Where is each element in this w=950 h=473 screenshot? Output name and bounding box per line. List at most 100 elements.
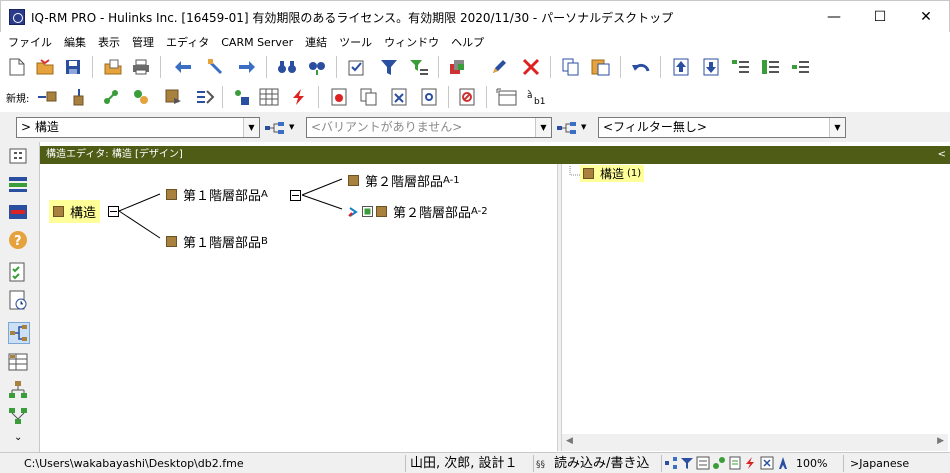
insert-child-icon[interactable]: [790, 56, 812, 78]
new-cross-doc-icon[interactable]: [388, 86, 410, 108]
close-button[interactable]: ✕: [903, 1, 949, 33]
menu-window[interactable]: ウィンドウ: [384, 34, 439, 50]
new-group-icon[interactable]: [130, 86, 152, 108]
new-table-icon[interactable]: [258, 86, 280, 108]
jump-icon[interactable]: [204, 56, 226, 78]
insert-below-icon[interactable]: [760, 56, 782, 78]
new-tree-icon[interactable]: [230, 86, 252, 108]
chevron-down-icon[interactable]: ▼: [535, 118, 551, 137]
prohibit-doc-icon[interactable]: [456, 86, 478, 108]
chevron-down-icon[interactable]: ▼: [243, 118, 259, 137]
dropdown-arrow-icon[interactable]: ▼: [581, 123, 586, 131]
flow-editor-icon[interactable]: [8, 406, 30, 428]
new-block-icon[interactable]: [162, 86, 184, 108]
new-child-icon[interactable]: [68, 86, 90, 108]
undo-icon[interactable]: [630, 56, 652, 78]
menu-file[interactable]: ファイル: [8, 34, 52, 50]
back-arrow-icon[interactable]: [172, 56, 194, 78]
forward-arrow-icon[interactable]: [236, 56, 258, 78]
maximize-button[interactable]: ☐: [857, 1, 903, 33]
table-editor-icon[interactable]: [8, 352, 30, 374]
doc-status-icon[interactable]: [728, 456, 742, 470]
list-view-icon[interactable]: [8, 174, 30, 196]
collapse-panel-button[interactable]: <: [938, 146, 946, 164]
tree-node-a1-label: 第２階層部品: [365, 175, 444, 190]
menu-edit[interactable]: 編集: [64, 34, 86, 50]
tree-node-a1[interactable]: 第２階層部品 A-1: [348, 171, 460, 190]
move-up-icon[interactable]: [670, 56, 692, 78]
tree-node-b[interactable]: 第１階層部品 B: [166, 232, 268, 251]
menu-tools[interactable]: ツール: [339, 34, 372, 50]
tree-editor-icon[interactable]: [8, 380, 30, 402]
scroll-right-icon[interactable]: ▶: [937, 436, 944, 446]
delete-icon[interactable]: [520, 56, 542, 78]
tree-node-root[interactable]: 構造: [49, 200, 101, 223]
new-document-red-icon[interactable]: [328, 86, 350, 108]
new-numbering-icon[interactable]: a b1: [526, 86, 548, 108]
lightning-icon[interactable]: [288, 86, 310, 108]
help-icon[interactable]: ?: [8, 230, 30, 252]
open-folder-icon[interactable]: [34, 56, 56, 78]
tree-list-item-root[interactable]: 構造 (1): [580, 165, 645, 182]
new-search-doc-icon[interactable]: [418, 86, 440, 108]
new-sibling-icon[interactable]: [36, 86, 58, 108]
paste-icon[interactable]: [590, 56, 612, 78]
structure-editor-icon[interactable]: [8, 322, 30, 344]
color-tag-icon[interactable]: [448, 56, 470, 78]
collapse-toggle-a[interactable]: [290, 190, 301, 201]
structure-select[interactable]: > 構造 ▼: [16, 117, 260, 138]
split-view-icon[interactable]: [8, 202, 30, 224]
filter-edit-icon[interactable]: [408, 56, 430, 78]
tree-node-a[interactable]: 第１階層部品 A: [166, 185, 268, 204]
scroll-left-icon[interactable]: ◀: [566, 436, 573, 446]
access-icon: §§: [536, 457, 550, 472]
hierarchy-icon[interactable]: [264, 121, 286, 138]
new-copy-icon[interactable]: [358, 86, 380, 108]
checklist-icon[interactable]: [346, 56, 368, 78]
minimize-button[interactable]: —: [811, 1, 857, 33]
structure-tree-panel: 構造 (1): [562, 164, 950, 451]
cross-status-icon[interactable]: [760, 456, 774, 470]
new-window-icon[interactable]: [496, 86, 518, 108]
dropdown-arrow-icon[interactable]: ▼: [289, 123, 294, 131]
horizontal-scrollbar[interactable]: ◀ ▶: [562, 434, 948, 451]
print-icon[interactable]: [130, 56, 152, 78]
status-zoom[interactable]: 100%: [792, 455, 844, 472]
chevron-down-icon[interactable]: ▼: [829, 118, 845, 137]
marker-status-icon[interactable]: [776, 456, 790, 470]
collapse-toggle-root[interactable]: [108, 206, 119, 217]
grid-view-icon[interactable]: [8, 146, 30, 168]
pencil-icon[interactable]: [488, 56, 510, 78]
menu-help[interactable]: ヘルプ: [451, 34, 484, 50]
import-icon[interactable]: [102, 56, 124, 78]
item-square-icon: [166, 236, 177, 247]
move-down-icon[interactable]: [700, 56, 722, 78]
menu-manage[interactable]: 管理: [132, 34, 154, 50]
lightning-status-icon[interactable]: [744, 456, 758, 470]
new-link-icon[interactable]: [100, 86, 122, 108]
variant-hierarchy-icon[interactable]: [556, 121, 578, 138]
filter-icon[interactable]: [378, 56, 400, 78]
copy-icon[interactable]: [560, 56, 582, 78]
list-status-icon[interactable]: [696, 456, 710, 470]
status-language[interactable]: >Japanese: [846, 455, 926, 472]
checklist-doc-icon[interactable]: [8, 262, 30, 284]
tree-node-a2[interactable]: 第２階層部品 A-2: [348, 202, 488, 221]
menu-carm-server[interactable]: CARM Server: [221, 36, 293, 49]
hierarchy-status-icon[interactable]: [664, 456, 678, 470]
menu-link[interactable]: 連結: [305, 34, 327, 50]
link-status-icon[interactable]: [712, 456, 726, 470]
variant-select[interactable]: <バリアントがありません> ▼: [306, 117, 552, 138]
find-replace-icon[interactable]: [306, 56, 328, 78]
save-icon[interactable]: [62, 56, 84, 78]
insert-above-icon[interactable]: [730, 56, 752, 78]
binoculars-icon[interactable]: [276, 56, 298, 78]
menu-view[interactable]: 表示: [98, 34, 120, 50]
filter-select[interactable]: <フィルター無し> ▼: [598, 117, 846, 138]
sidebar-scroll-down-icon[interactable]: ⌄: [14, 432, 22, 443]
clock-doc-icon[interactable]: [8, 290, 30, 312]
menu-editor[interactable]: エディタ: [166, 34, 209, 50]
filter-status-icon[interactable]: [680, 456, 694, 470]
new-document-icon[interactable]: [6, 56, 28, 78]
new-branch-icon[interactable]: [194, 86, 216, 108]
